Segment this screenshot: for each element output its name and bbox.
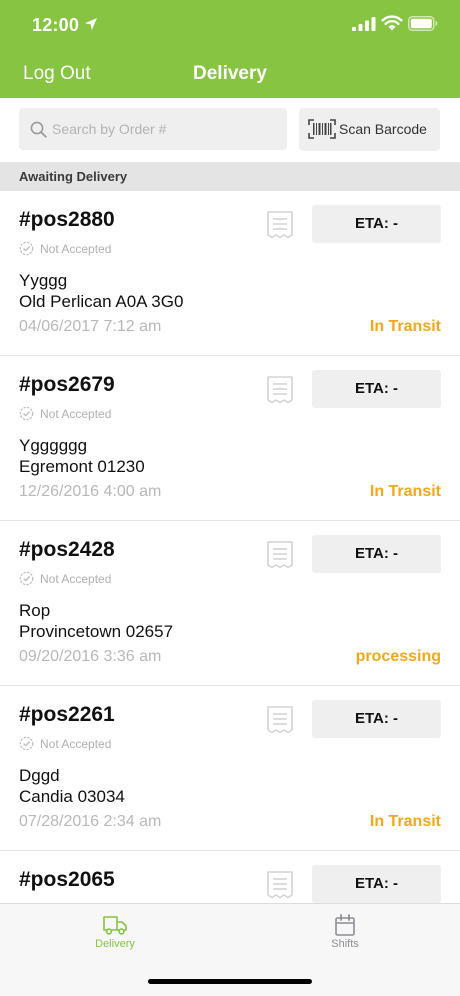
- scan-barcode-label: Scan Barcode: [339, 121, 427, 137]
- acceptance-status: Not Accepted: [40, 737, 112, 751]
- acceptance-status: Not Accepted: [40, 572, 112, 586]
- order-number: #pos2261: [19, 703, 115, 726]
- customer-name: Yyggg: [19, 271, 68, 290]
- battery-icon: [408, 16, 438, 31]
- search-box[interactable]: [19, 108, 287, 150]
- status-time: 12:00: [32, 15, 80, 35]
- receipt-icon[interactable]: [266, 870, 294, 899]
- calendar-icon: [335, 914, 355, 936]
- receipt-icon[interactable]: [266, 540, 294, 569]
- tab-label: Shifts: [331, 938, 359, 950]
- tab-label: Delivery: [95, 938, 135, 950]
- order-number: #pos2679: [19, 373, 115, 396]
- search-icon: [30, 121, 47, 138]
- wifi-icon: [381, 15, 403, 31]
- order-row[interactable]: #pos2679 ETA: - Not Accepted Ygggggg Egr…: [0, 356, 460, 521]
- customer-name: Ygggggg: [19, 436, 88, 455]
- receipt-icon[interactable]: [266, 210, 294, 239]
- barcode-icon: [308, 119, 336, 139]
- truck-icon: [103, 916, 127, 935]
- logout-button[interactable]: Log Out: [23, 63, 91, 85]
- order-datetime: 09/20/2016 3:36 am: [19, 648, 162, 665]
- home-indicator: [148, 979, 312, 984]
- delivery-address: Provincetown 02657: [19, 622, 174, 641]
- receipt-icon[interactable]: [266, 705, 294, 734]
- scan-barcode-button[interactable]: Scan Barcode: [299, 108, 440, 151]
- order-datetime: 04/06/2017 7:12 am: [19, 318, 162, 335]
- signal-icon: [352, 17, 376, 31]
- acceptance-status: Not Accepted: [40, 407, 112, 421]
- acceptance-icon: [19, 406, 34, 421]
- search-input[interactable]: [52, 108, 282, 150]
- delivery-status: In Transit: [369, 483, 441, 500]
- delivery-address: Old Perlican A0A 3G0: [19, 292, 184, 311]
- order-row[interactable]: #pos2065 ETA: -: [0, 851, 460, 903]
- eta-button[interactable]: ETA: -: [312, 535, 441, 573]
- acceptance-icon: [19, 736, 34, 751]
- delivery-status: processing: [355, 648, 441, 665]
- tab-shifts[interactable]: Shifts: [230, 904, 460, 964]
- delivery-address: Egremont 01230: [19, 457, 145, 476]
- order-row[interactable]: #pos2428 ETA: - Not Accepted Rop Provinc…: [0, 521, 460, 686]
- order-datetime: 12/26/2016 4:00 am: [19, 483, 162, 500]
- acceptance-icon: [19, 241, 34, 256]
- tab-delivery[interactable]: Delivery: [0, 904, 230, 964]
- receipt-icon[interactable]: [266, 375, 294, 404]
- order-row[interactable]: #pos2880 ETA: - Not Accepted Yyggg Old P…: [0, 191, 460, 356]
- location-arrow-icon: [85, 18, 97, 30]
- section-title: Awaiting Delivery: [19, 169, 128, 184]
- order-row[interactable]: #pos2261 ETA: - Not Accepted Dggd Candia…: [0, 686, 460, 851]
- delivery-status: In Transit: [369, 813, 441, 830]
- customer-name: Dggd: [19, 766, 60, 785]
- eta-button[interactable]: ETA: -: [312, 700, 441, 738]
- eta-button[interactable]: ETA: -: [312, 865, 441, 903]
- order-number: #pos2065: [19, 868, 115, 891]
- eta-button[interactable]: ETA: -: [312, 205, 441, 243]
- order-number: #pos2880: [19, 208, 115, 231]
- delivery-status: In Transit: [369, 318, 441, 335]
- order-datetime: 07/28/2016 2:34 am: [19, 813, 162, 830]
- status-bar: 12:00: [0, 0, 460, 50]
- eta-button[interactable]: ETA: -: [312, 370, 441, 408]
- acceptance-status: Not Accepted: [40, 242, 112, 256]
- customer-name: Rop: [19, 601, 51, 620]
- order-number: #pos2428: [19, 538, 115, 561]
- acceptance-icon: [19, 571, 34, 586]
- header-bar: 12:00 Log Out Delivery: [0, 0, 460, 98]
- delivery-address: Candia 03034: [19, 787, 125, 806]
- order-list: #pos2880 ETA: - Not Accepted Yyggg Old P…: [0, 191, 460, 903]
- section-header: Awaiting Delivery: [0, 162, 460, 191]
